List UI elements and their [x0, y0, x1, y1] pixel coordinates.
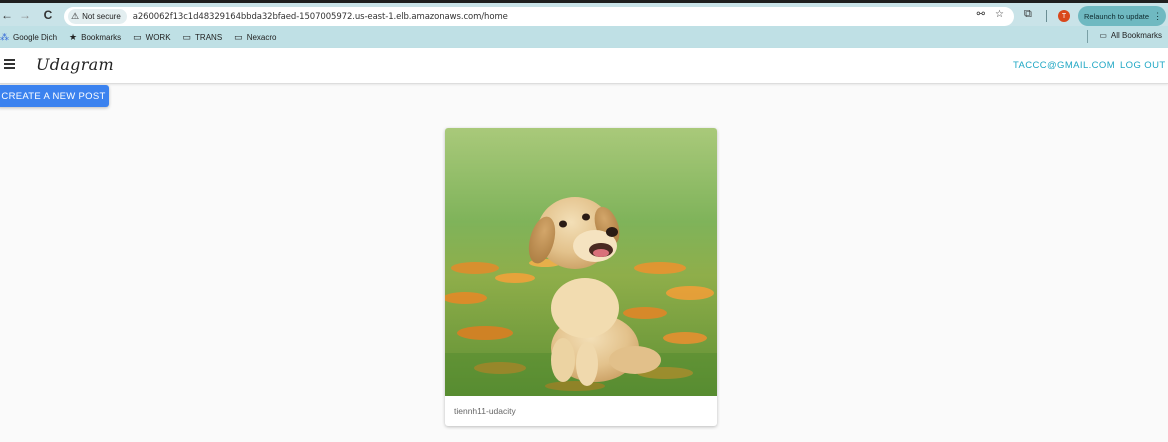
all-bookmarks-label: All Bookmarks [1110, 31, 1162, 40]
all-bookmarks-button[interactable]: ▭ All Bookmarks [1099, 31, 1162, 40]
bookmark-label: Bookmarks [81, 32, 122, 42]
star-icon[interactable]: ☆ [995, 9, 1004, 20]
folder-icon: ▭ [1099, 31, 1107, 40]
password-key-icon[interactable]: ⚯ [977, 9, 985, 20]
toolbar-divider [1046, 10, 1047, 22]
security-chip-label: Not secure [82, 12, 121, 21]
bookmark-work[interactable]: ▭ WORK [133, 32, 170, 43]
bookmark-google-dich[interactable]: ⁂ Google Dịch [0, 32, 57, 43]
extensions-icon[interactable]: ⧉ [1024, 8, 1032, 21]
puppy-photo [445, 128, 717, 396]
hamburger-menu-icon[interactable] [4, 59, 15, 69]
more-icon[interactable]: ⋮ [1153, 11, 1162, 22]
bookmark-label: Google Dịch [13, 32, 58, 42]
logout-button[interactable]: LOG OUT [1120, 60, 1166, 71]
create-post-button[interactable]: CREATE A NEW POST [0, 85, 109, 107]
bookmark-label: Nexacro [246, 32, 277, 42]
bookmark-label: WORK [145, 32, 171, 42]
folder-icon: ▭ [133, 31, 142, 42]
bookmark-label: TRANS [195, 32, 223, 42]
bookmark-bookmarks[interactable]: ★ Bookmarks [69, 32, 121, 43]
browser-toolbar: ← → C ⚠ Not secure a260062f13c1d48329164… [0, 0, 1168, 26]
app-header: Udagram TACCC@GMAIL.COM LOG OUT [0, 48, 1168, 84]
folder-icon: ▭ [234, 31, 243, 42]
app-logo[interactable]: Udagram [36, 55, 114, 74]
folder-icon: ▭ [182, 31, 192, 42]
translate-icon: ⁂ [0, 31, 9, 42]
back-icon[interactable]: ← [0, 6, 16, 24]
post-caption: tiennh11-udacity [454, 406, 516, 416]
warning-icon: ⚠ [71, 11, 80, 21]
bookmark-nexacro[interactable]: ▭ Nexacro [234, 32, 276, 43]
bookmark-trans[interactable]: ▭ TRANS [183, 32, 223, 43]
user-email-link[interactable]: TACCC@GMAIL.COM [1013, 60, 1115, 71]
forward-icon[interactable]: → [16, 6, 34, 24]
profile-avatar[interactable]: T [1058, 10, 1070, 22]
address-bar[interactable]: ⚠ Not secure a260062f13c1d48329164bbda32… [64, 7, 1014, 26]
security-chip[interactable]: ⚠ Not secure [68, 9, 127, 24]
relaunch-button[interactable]: Relaunch to update ⋮ [1078, 6, 1166, 26]
relaunch-label: Relaunch to update [1084, 11, 1150, 21]
url-text[interactable]: a260062f13c1d48329164bbda32bfaed-1507005… [133, 12, 508, 22]
bookmarks-bar: ⁂ Google Dịch ★ Bookmarks ▭ WORK ▭ TRANS… [0, 26, 1168, 48]
bookmarks-divider [1087, 30, 1088, 43]
reload-icon[interactable]: C [39, 6, 57, 24]
post-card: tiennh11-udacity [445, 128, 717, 426]
star-icon: ★ [69, 31, 78, 42]
